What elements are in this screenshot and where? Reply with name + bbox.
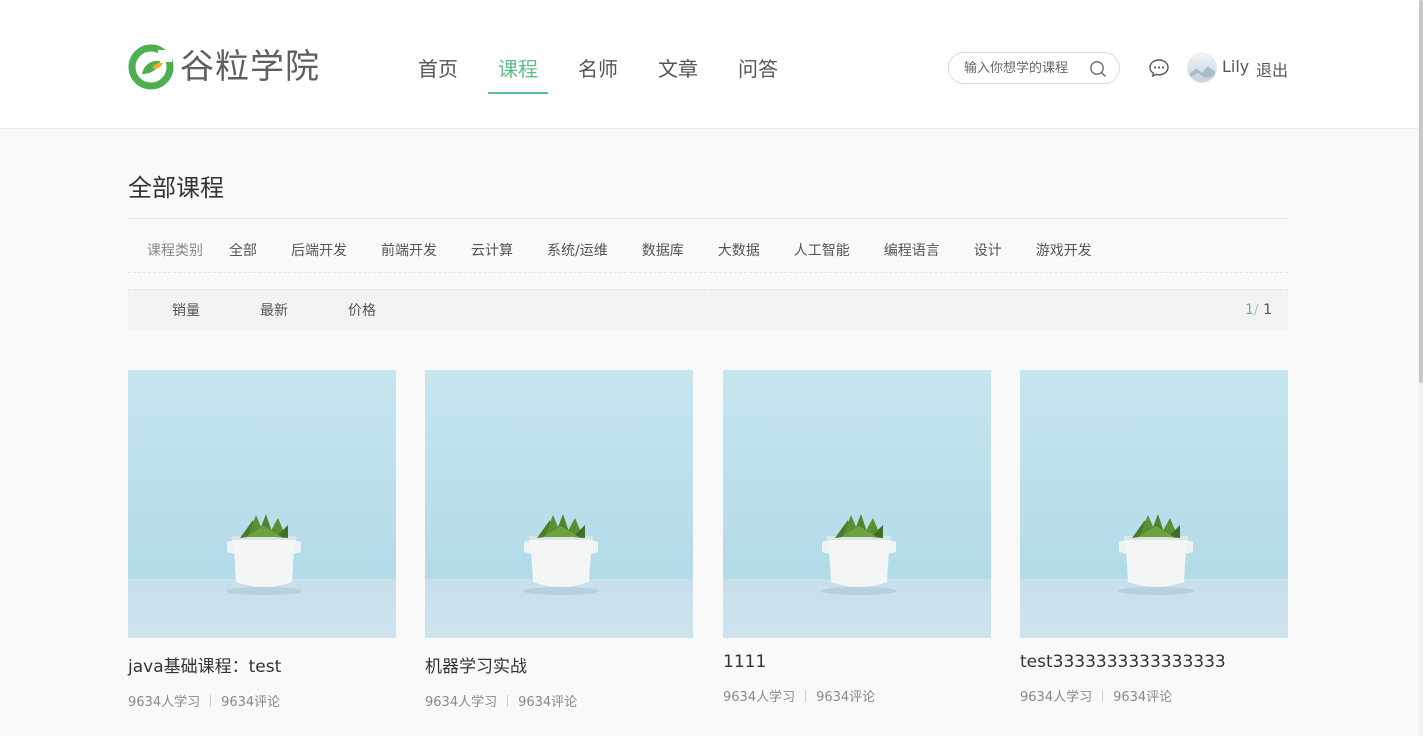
search-icon[interactable] bbox=[1089, 60, 1107, 78]
comment-count: 9634评论 bbox=[518, 695, 578, 710]
pager-total: 1 bbox=[1263, 302, 1272, 318]
category-cloud[interactable]: 云计算 bbox=[471, 240, 513, 260]
page-title: 全部课程 bbox=[128, 174, 224, 202]
category-label: 课程类别 bbox=[147, 243, 203, 259]
site-logo[interactable]: 谷粒学院 bbox=[128, 44, 320, 90]
course-thumbnail[interactable] bbox=[723, 370, 991, 638]
course-card[interactable]: 1111 9634人学习 9634评论 bbox=[723, 370, 991, 705]
scrollbar[interactable] bbox=[1419, 0, 1423, 736]
comment-count: 9634评论 bbox=[221, 695, 281, 710]
logout-link[interactable]: 退出 bbox=[1256, 57, 1288, 81]
nav-teachers[interactable]: 名师 bbox=[558, 40, 638, 94]
meta-divider bbox=[805, 689, 807, 702]
course-card[interactable]: 机器学习实战 9634人学习 9634评论 bbox=[425, 370, 693, 710]
category-game[interactable]: 游戏开发 bbox=[1036, 240, 1092, 260]
site-header: 谷粒学院 首页 课程 名师 文章 问答 Lily 退出 bbox=[0, 0, 1419, 129]
category-programming[interactable]: 编程语言 bbox=[884, 240, 940, 260]
user-avatar[interactable] bbox=[1187, 53, 1217, 83]
plant-pot-image bbox=[226, 514, 302, 595]
course-thumbnail[interactable] bbox=[1020, 370, 1288, 638]
nav-qa[interactable]: 问答 bbox=[718, 40, 798, 94]
learner-count: 9634人学习 bbox=[425, 695, 498, 710]
learner-count: 9634人学习 bbox=[128, 695, 201, 710]
course-meta: 9634人学习 9634评论 bbox=[425, 691, 693, 710]
nav-articles[interactable]: 文章 bbox=[638, 40, 718, 94]
course-card[interactable]: java基础课程：test 9634人学习 9634评论 bbox=[128, 370, 396, 710]
message-icon[interactable] bbox=[1148, 58, 1170, 78]
course-thumbnail[interactable] bbox=[425, 370, 693, 638]
sort-newest[interactable]: 最新 bbox=[260, 300, 288, 320]
username[interactable]: Lily bbox=[1222, 57, 1249, 76]
category-ops[interactable]: 系统/运维 bbox=[547, 240, 608, 260]
course-meta: 9634人学习 9634评论 bbox=[128, 691, 396, 710]
category-bigdata[interactable]: 大数据 bbox=[718, 240, 760, 260]
learner-count: 9634人学习 bbox=[723, 690, 796, 705]
pager: 1/ 1 bbox=[1245, 302, 1272, 318]
search-box bbox=[948, 52, 1120, 84]
learner-count: 9634人学习 bbox=[1020, 690, 1093, 705]
category-filter: 课程类别 全部 后端开发 前端开发 云计算 系统/运维 数据库 大数据 人工智能… bbox=[128, 228, 1288, 273]
course-meta: 9634人学习 9634评论 bbox=[723, 686, 991, 705]
sort-price[interactable]: 价格 bbox=[348, 300, 376, 320]
logo-icon bbox=[128, 44, 174, 90]
plant-pot-image bbox=[523, 514, 599, 595]
nav-home[interactable]: 首页 bbox=[398, 40, 478, 94]
meta-divider bbox=[1102, 689, 1104, 702]
brand-name: 谷粒学院 bbox=[180, 47, 320, 87]
title-divider bbox=[128, 218, 1288, 219]
category-database[interactable]: 数据库 bbox=[642, 240, 684, 260]
category-ai[interactable]: 人工智能 bbox=[794, 240, 850, 260]
sort-sales[interactable]: 销量 bbox=[172, 300, 200, 320]
pager-separator: / bbox=[1253, 302, 1259, 318]
comment-count: 9634评论 bbox=[816, 690, 876, 705]
course-title[interactable]: 机器学习实战 bbox=[425, 652, 693, 677]
nav-courses[interactable]: 课程 bbox=[478, 40, 558, 94]
sort-bar: 销量 最新 价格 1/ 1 bbox=[128, 289, 1288, 330]
search-input[interactable] bbox=[964, 60, 1084, 76]
scrollbar-thumb[interactable] bbox=[1419, 0, 1423, 383]
category-backend[interactable]: 后端开发 bbox=[291, 240, 347, 260]
course-card[interactable]: test3333333333333333 9634人学习 9634评论 bbox=[1020, 370, 1288, 705]
category-design[interactable]: 设计 bbox=[974, 240, 1002, 260]
course-thumbnail[interactable] bbox=[128, 370, 396, 638]
meta-divider bbox=[210, 694, 212, 707]
comment-count: 9634评论 bbox=[1113, 690, 1173, 705]
course-title[interactable]: 1111 bbox=[723, 652, 991, 672]
pager-current: 1 bbox=[1244, 302, 1254, 318]
course-meta: 9634人学习 9634评论 bbox=[1020, 686, 1288, 705]
plant-pot-image bbox=[821, 514, 897, 595]
course-title[interactable]: java基础课程：test bbox=[128, 652, 396, 677]
course-title[interactable]: test3333333333333333 bbox=[1020, 652, 1288, 672]
meta-divider bbox=[507, 694, 509, 707]
category-frontend[interactable]: 前端开发 bbox=[381, 240, 437, 260]
plant-pot-image bbox=[1118, 514, 1194, 595]
category-all[interactable]: 全部 bbox=[229, 240, 257, 260]
main-nav: 首页 课程 名师 文章 问答 bbox=[398, 40, 798, 94]
